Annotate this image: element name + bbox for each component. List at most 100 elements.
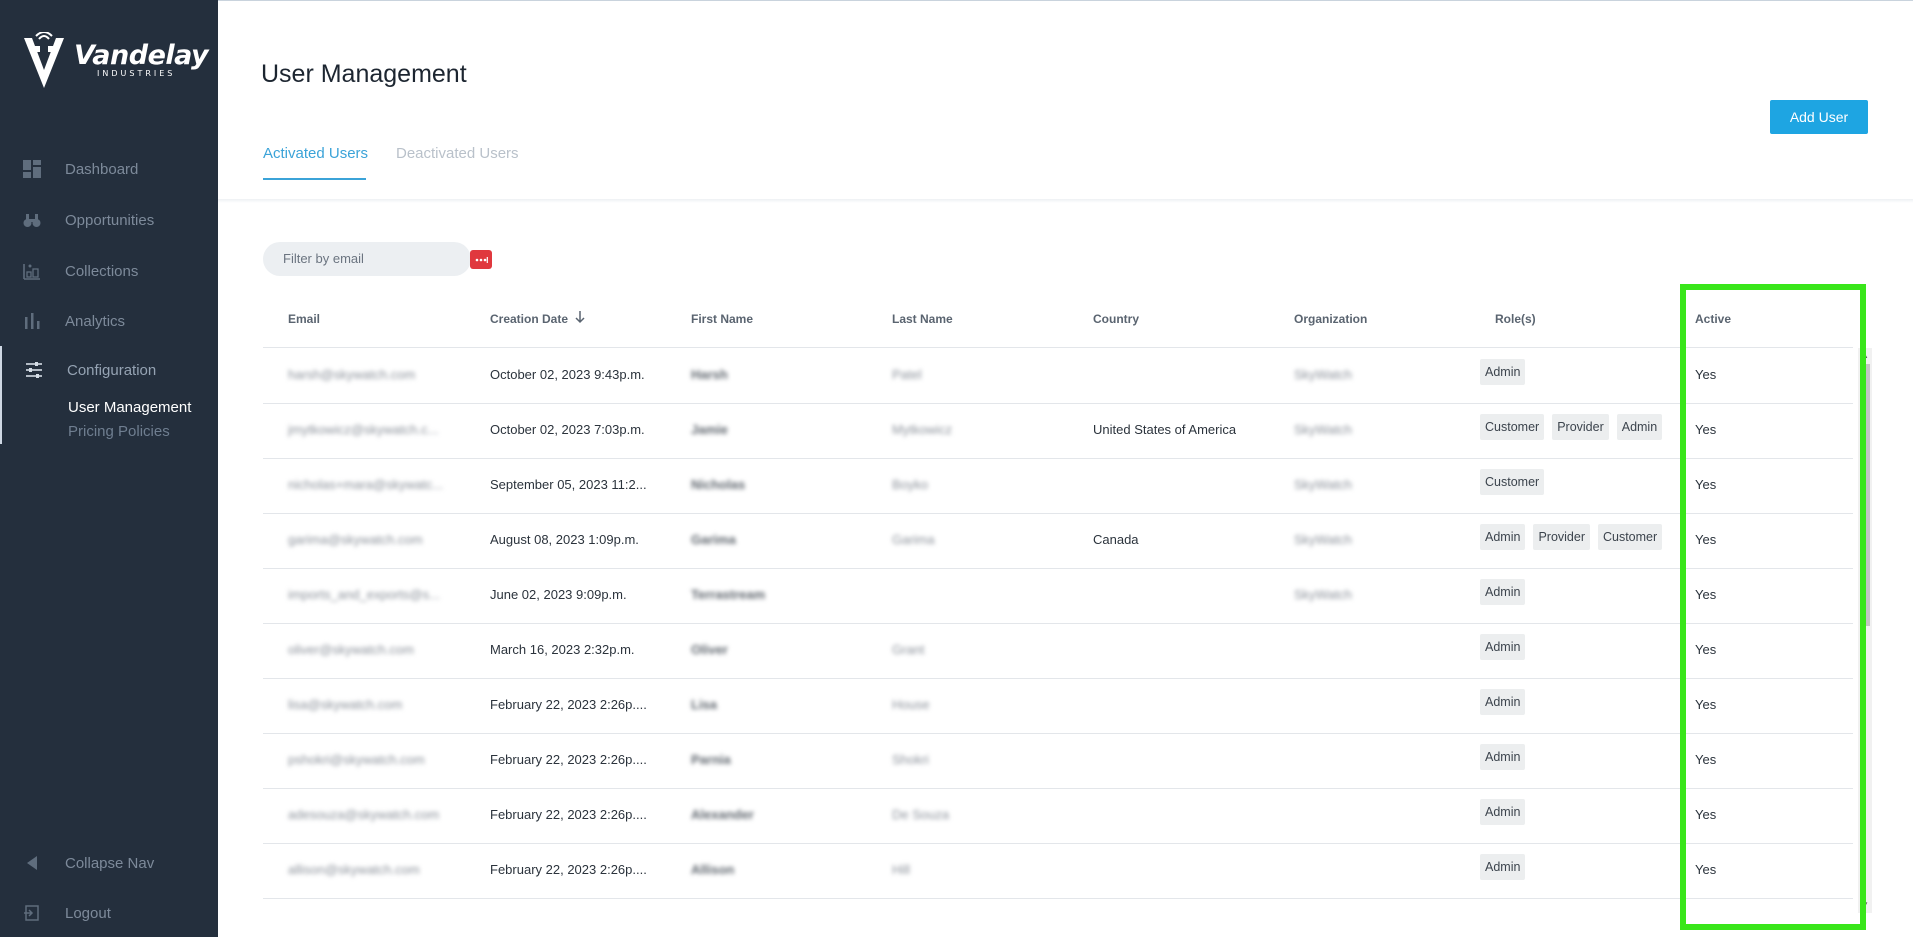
cell-date: February 22, 2023 2:26p.... xyxy=(490,862,647,877)
email-filter xyxy=(263,242,492,276)
cell-roles: Customer xyxy=(1480,469,1666,501)
cell-roles: Customer Provider Admin xyxy=(1480,414,1666,446)
role-chip: Admin xyxy=(1480,689,1526,715)
page-title: User Management xyxy=(261,60,467,88)
sidebar-item-collections[interactable]: Collections xyxy=(0,254,218,288)
role-chip: Admin xyxy=(1480,744,1526,770)
table-header: Email Creation Date First Name Last Name… xyxy=(263,293,1853,348)
cell-email: lisa@skywatch.com xyxy=(288,697,403,712)
cell-last: Patel xyxy=(892,367,922,382)
header-divider xyxy=(218,199,1913,203)
sidebar-item-label: Collections xyxy=(65,262,139,280)
cell-roles: Admin xyxy=(1480,634,1666,666)
bar-chart-icon xyxy=(22,311,42,331)
column-header-email[interactable]: Email xyxy=(288,312,320,326)
tab-deactivated-users[interactable]: Deactivated Users xyxy=(396,145,519,162)
brand-name: Vandelay xyxy=(74,40,209,71)
subnav-user-management[interactable]: User Management xyxy=(68,399,191,416)
sliders-icon xyxy=(24,360,44,380)
sidebar-item-analytics[interactable]: Analytics xyxy=(0,304,218,338)
sidebar-item-label: Dashboard xyxy=(65,160,139,178)
cell-first: Jamie xyxy=(691,422,728,437)
sidebar-item-opportunities[interactable]: Opportunities xyxy=(0,203,218,237)
cell-email: adesouza@skywatch.com xyxy=(288,807,440,822)
filter-by-email-input[interactable] xyxy=(281,250,415,267)
sort-arrow-down-icon[interactable] xyxy=(574,310,586,327)
top-border xyxy=(218,0,1913,1)
collapse-nav-label: Collapse Nav xyxy=(65,854,155,872)
cell-country: Canada xyxy=(1093,532,1139,547)
collapse-nav-button[interactable]: Collapse Nav xyxy=(0,846,218,880)
binoculars-icon xyxy=(22,210,42,230)
main-content: User Management Activated Users Deactiva… xyxy=(218,0,1913,937)
table-row[interactable]: jmytkowicz@skywatch.c... October 02, 2023… xyxy=(263,403,1853,459)
column-header-first-name[interactable]: First Name xyxy=(691,312,753,326)
sidebar-item-label: Opportunities xyxy=(65,211,155,229)
table-row[interactable]: oliver@skywatch.com March 16, 2023 2:32p.… xyxy=(263,623,1853,679)
column-header-last-name[interactable]: Last Name xyxy=(892,312,953,326)
cell-email: garima@skywatch.com xyxy=(288,532,423,547)
table-row[interactable]: garima@skywatch.com August 08, 2023 1:09p… xyxy=(263,513,1853,569)
cell-first: Nicholas xyxy=(691,477,746,492)
table-row[interactable]: lisa@skywatch.com February 22, 2023 2:26p… xyxy=(263,678,1853,734)
cell-email: jmytkowicz@skywatch.c... xyxy=(288,422,439,437)
column-header-organization[interactable]: Organization xyxy=(1294,312,1367,326)
sidebar-item-configuration[interactable]: Configuration xyxy=(0,353,218,387)
cell-date: June 02, 2023 9:09p.m. xyxy=(490,587,627,602)
role-chip: Admin xyxy=(1480,524,1526,550)
role-chip: Admin xyxy=(1616,414,1663,440)
sidebar: Vandelay INDUSTRIES Dashboard Opportunit… xyxy=(0,0,218,937)
cell-date: September 05, 2023 11:2... xyxy=(490,477,647,492)
table-row[interactable]: allison@skywatch.com February 22, 2023 2:… xyxy=(263,843,1853,899)
cell-email: nicholas+mara@skywatc... xyxy=(288,477,444,492)
cell-last: Hill xyxy=(892,862,911,877)
cell-first: Alexander xyxy=(691,807,754,822)
table-row[interactable]: pshokri@skywatch.com February 22, 2023 2:… xyxy=(263,733,1853,789)
cell-date: October 02, 2023 7:03p.m. xyxy=(490,422,645,437)
cell-org: SkyWatch xyxy=(1294,587,1353,602)
table-row[interactable]: nicholas+mara@skywatc... September 05, 20… xyxy=(263,458,1853,514)
cell-last: Grant xyxy=(892,642,925,657)
roles-column-highlight xyxy=(1680,284,1866,930)
table-row[interactable]: imports_and_exports@s... June 02, 2023 9:… xyxy=(263,568,1853,624)
cell-country: United States of America xyxy=(1093,422,1237,437)
role-chip: Admin xyxy=(1480,799,1526,825)
cell-roles: Admin xyxy=(1480,579,1666,611)
cell-last: Garima xyxy=(892,532,935,547)
cell-org: SkyWatch xyxy=(1294,532,1353,547)
sidebar-item-label: Configuration xyxy=(67,361,157,379)
cell-org: SkyWatch xyxy=(1294,367,1353,382)
cell-last: Shokri xyxy=(892,752,929,767)
cell-email: pshokri@skywatch.com xyxy=(288,752,425,767)
tab-activated-users[interactable]: Activated Users xyxy=(263,145,368,162)
sidebar-item-dashboard[interactable]: Dashboard xyxy=(0,152,218,186)
table-row[interactable]: adesouza@skywatch.com February 22, 2023 2… xyxy=(263,788,1853,844)
vandelay-logo[interactable]: Vandelay INDUSTRIES xyxy=(22,32,209,90)
column-header-creation-date[interactable]: Creation Date xyxy=(490,312,568,326)
cell-last: Mytkowicz xyxy=(892,422,952,437)
column-header-country[interactable]: Country xyxy=(1093,312,1139,326)
cell-date: February 22, 2023 2:26p.... xyxy=(490,697,647,712)
cell-org: SkyWatch xyxy=(1294,477,1353,492)
cell-first: Lisa xyxy=(691,697,718,712)
cell-roles: Admin xyxy=(1480,799,1666,831)
cell-date: August 08, 2023 1:09p.m. xyxy=(490,532,639,547)
role-chip: Admin xyxy=(1480,854,1526,880)
sidebar-item-label: Analytics xyxy=(65,312,126,330)
add-user-button[interactable]: Add User xyxy=(1770,100,1868,134)
logout-button[interactable]: Logout xyxy=(0,896,218,930)
cell-first: Parnia xyxy=(691,752,731,767)
cell-last: Boyko xyxy=(892,477,929,492)
role-chip: Provider xyxy=(1533,524,1590,550)
role-chip: Admin xyxy=(1480,359,1526,385)
subnav-pricing-policies[interactable]: Pricing Policies xyxy=(68,423,170,440)
password-manager-icon[interactable] xyxy=(470,250,492,269)
cell-roles: Admin Provider Customer xyxy=(1480,524,1666,556)
cell-first: Harsh xyxy=(691,367,728,382)
column-header-roles[interactable]: Role(s) xyxy=(1495,312,1536,326)
table-row[interactable]: harsh@skywatch.com October 02, 2023 9:43p… xyxy=(263,348,1853,404)
cell-email: allison@skywatch.com xyxy=(288,862,420,877)
cell-email: oliver@skywatch.com xyxy=(288,642,414,657)
cell-date: October 02, 2023 9:43p.m. xyxy=(490,367,645,382)
role-chip: Customer xyxy=(1480,469,1545,495)
